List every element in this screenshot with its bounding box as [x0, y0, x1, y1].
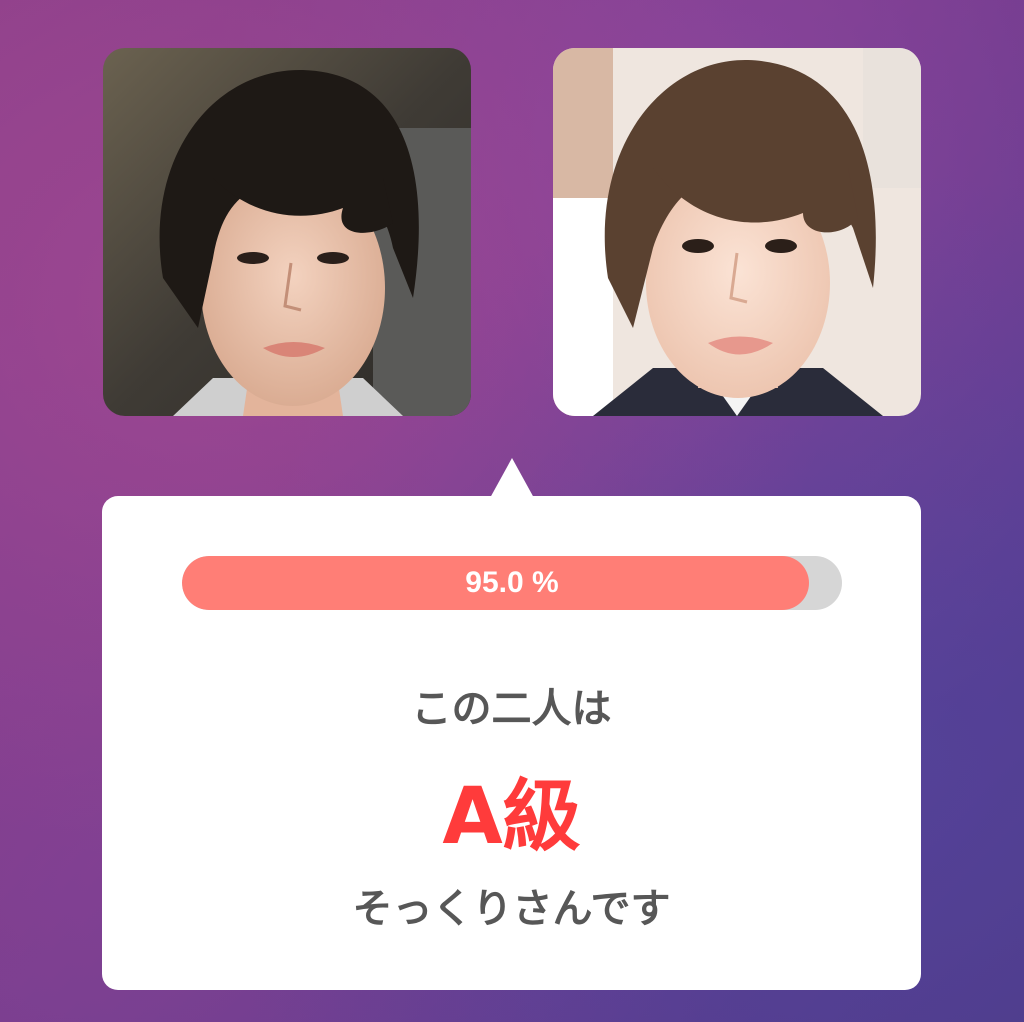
result-grade-text: A級: [442, 772, 581, 862]
portrait-photo-left-icon: [103, 48, 471, 416]
left-face-photo: [103, 48, 471, 416]
result-card: 95.0 % この二人は A級 そっくりさんです: [102, 496, 921, 990]
portrait-photo-right-icon: [553, 48, 921, 416]
similarity-percent-label: 95.0 %: [465, 566, 559, 599]
callout-pointer: [490, 458, 534, 498]
result-intro-text: この二人は: [411, 686, 612, 732]
result-outro-text: そっくりさんです: [352, 886, 671, 932]
similarity-progress-bar: 95.0 %: [182, 556, 842, 610]
right-face-photo: [553, 48, 921, 416]
